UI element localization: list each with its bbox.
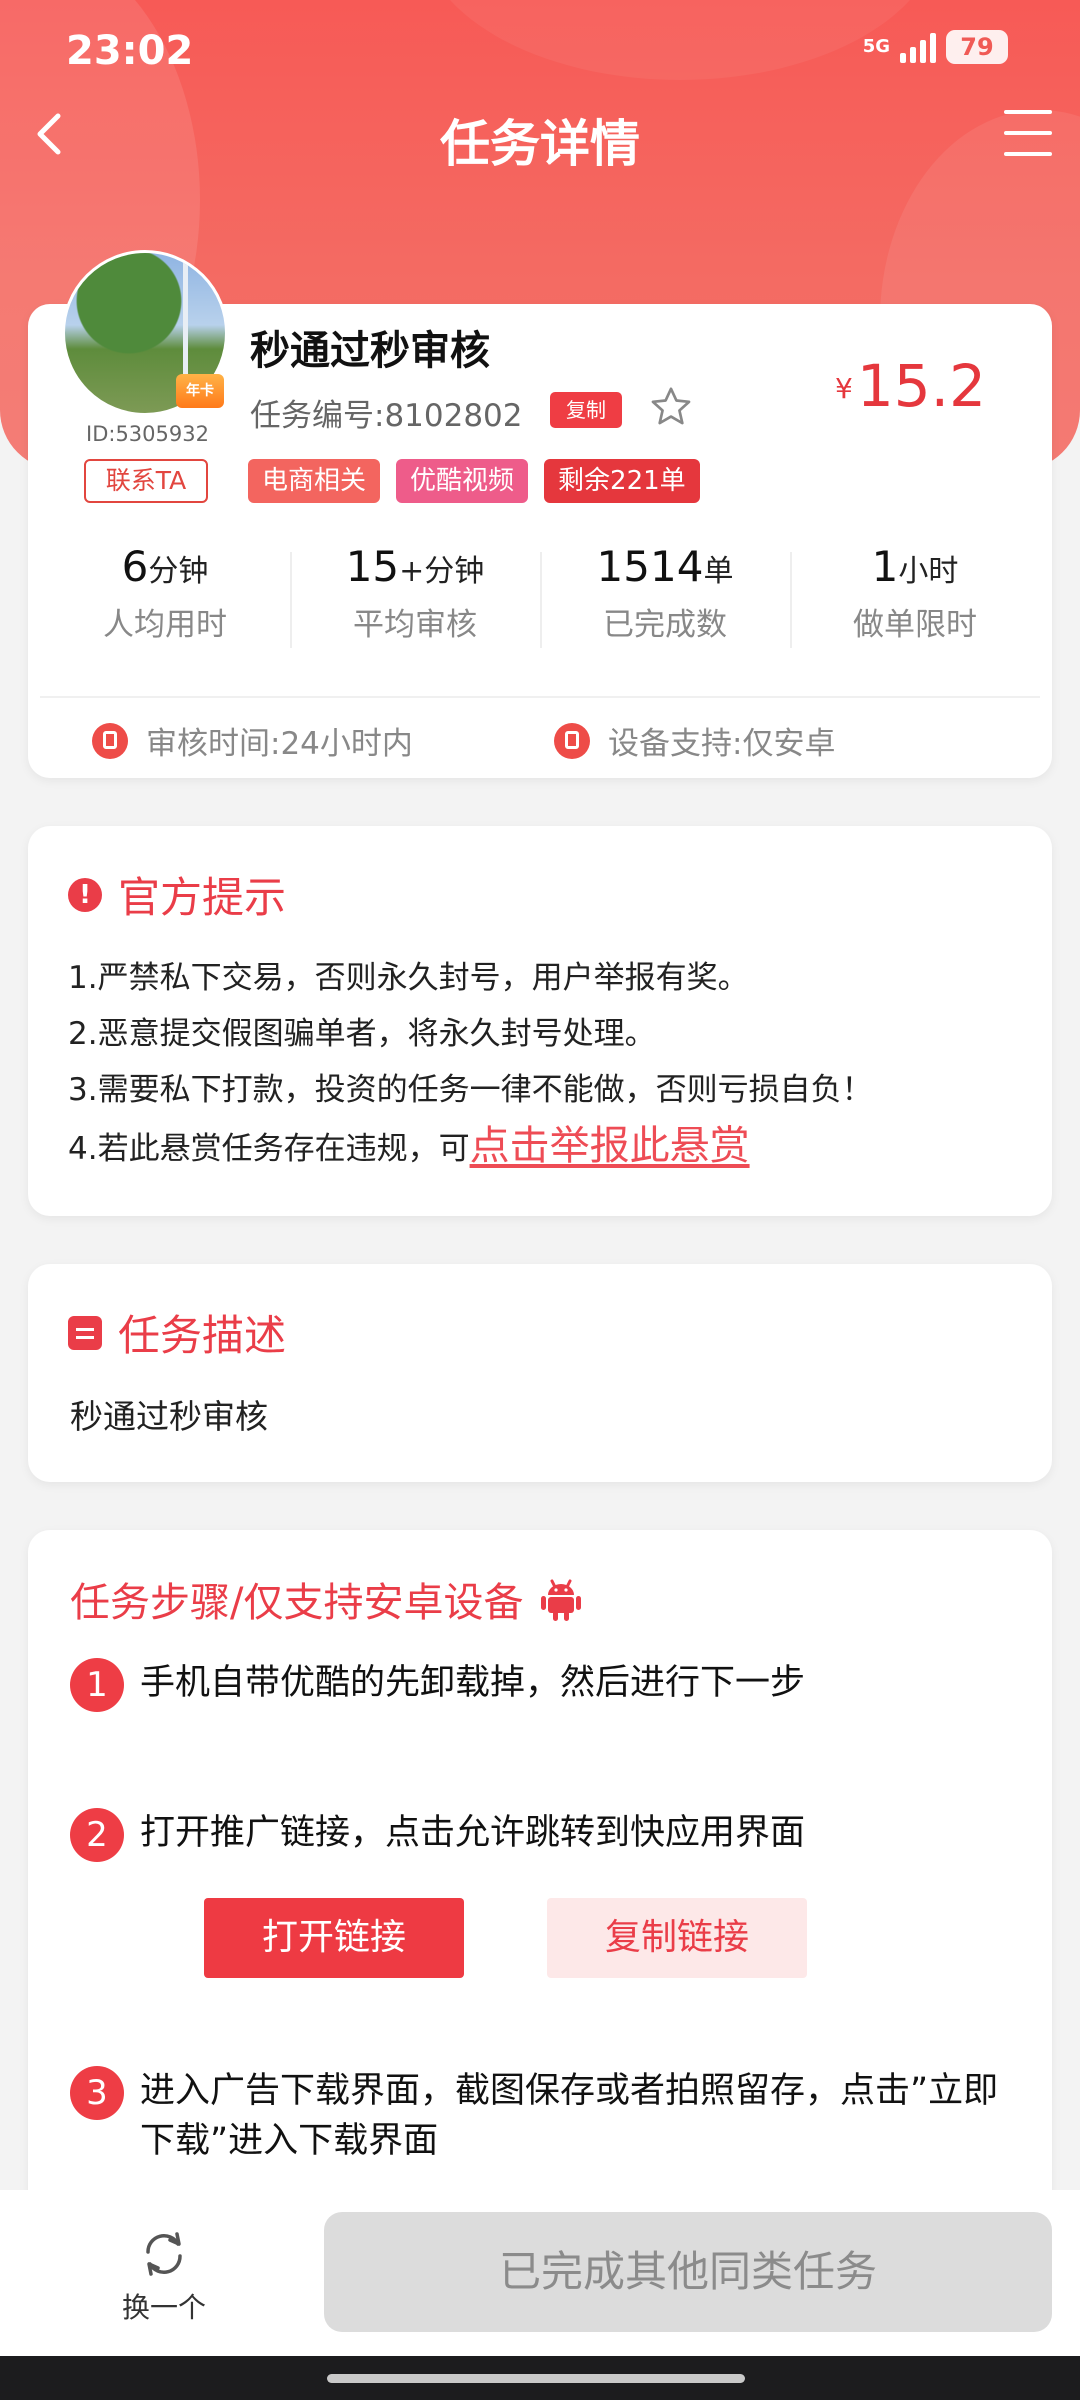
status-time: 23:02 [66,28,194,74]
swap-button[interactable]: 换一个 [104,2226,224,2326]
step-item: 2 打开推广链接，点击允许跳转到快应用界面 [70,1808,1018,1862]
notice-item: 4.若此悬赏任务存在违规，可点击举报此悬赏 [68,1123,750,1169]
stat-completed: 1514单 已完成数 [540,542,790,654]
bottom-action-bar: 换一个 已完成其他同类任务 [0,2190,1080,2356]
phone-icon [554,722,590,759]
status-indicators: 5G 79 [863,30,1008,64]
notice-title: 官方提示 [118,873,287,922]
home-indicator[interactable] [327,2374,745,2383]
step-item: 3 进入广告下载界面，截图保存或者拍照留存，点击”立即下载”进入下载界面 [70,2066,1018,2166]
swap-label: 换一个 [121,2291,206,2324]
step-text: 手机自带优酷的先卸载掉，然后进行下一步 [140,1663,806,1703]
tag-platform: 优酷视频 [396,459,529,503]
alert-icon: ! [68,877,102,912]
copy-task-number-button[interactable]: 复制 [550,392,622,428]
open-link-button[interactable]: 打开链接 [204,1898,464,1978]
steps-title: 任务步骤/仅支持安卓设备 [70,1580,524,1626]
step-text: 进入广告下载界面，截图保存或者拍照留存，点击”立即下载”进入下载界面 [140,2071,999,2161]
stat-avg-review: 15+分钟 平均审核 [290,542,540,654]
step-number: 2 [70,1808,124,1862]
divider [40,696,1040,698]
task-stats: 6分钟 人均用时 15+分钟 平均审核 1514单 已完成数 1小时 做单限时 [40,542,1040,654]
task-tags: 电商相关 优酷视频 剩余221单 [248,459,700,503]
copy-link-button[interactable]: 复制链接 [547,1898,807,1978]
description-title: 任务描述 [118,1311,287,1360]
status-bar: 23:02 5G 79 [0,0,1080,100]
step-item: 1 手机自带优酷的先卸载掉，然后进行下一步 [70,1658,1018,1712]
task-description-card: 任务描述 秒通过秒审核 [28,1264,1052,1482]
refresh-icon [136,2226,192,2282]
reward-price: ¥15.2 [835,352,986,420]
document-icon [68,1315,102,1350]
tag-remaining: 剩余221单 [544,459,700,503]
stamp-icon [92,722,128,759]
review-time: 审核时间:24小时内 [92,718,413,763]
contact-button[interactable]: 联系TA [84,459,208,503]
step-text: 打开推广链接，点击允许跳转到快应用界面 [140,1813,806,1853]
notice-item: 2.恶意提交假图骗单者，将永久封号处理。 [68,1016,656,1052]
steps-header: 任务步骤/仅支持安卓设备 [70,1570,582,1628]
task-number: 任务编号:8102802 [250,398,523,434]
task-title: 秒通过秒审核 [250,328,490,374]
stat-time-limit: 1小时 做单限时 [790,542,1040,654]
page-title: 任务详情 [440,115,640,173]
system-navigation-area [0,2356,1080,2400]
notice-item: 3.需要私下打款，投资的任务一律不能做，否则亏损自负！ [68,1072,873,1108]
battery-icon: 79 [946,30,1008,64]
stat-avg-time: 6分钟 人均用时 [103,542,227,643]
user-id: ID:5305932 [86,422,209,446]
signal-icon [900,31,936,63]
step-number: 1 [70,1658,124,1712]
task-info-card: 年卡 ID:5305932 联系TA 秒通过秒审核 任务编号:8102802 复… [28,250,1052,778]
description-text: 秒通过秒审核 [70,1397,268,1436]
device-support: 设备支持:仅安卓 [554,718,835,763]
menu-icon[interactable] [1004,110,1052,156]
description-header: 任务描述 [68,1302,286,1363]
network-type: 5G [862,36,890,57]
step-number: 3 [70,2066,124,2120]
annual-card-badge: 年卡 [176,374,224,408]
completed-similar-task-button[interactable]: 已完成其他同类任务 [324,2212,1052,2332]
android-icon [541,1577,582,1621]
notice-header: ! 官方提示 [68,864,286,925]
official-notice-card: ! 官方提示 1.严禁私下交易，否则永久封号，用户举报有奖。 2.恶意提交假图骗… [28,826,1052,1216]
notice-item: 1.严禁私下交易，否则永久封号，用户举报有奖。 [68,960,749,996]
notice-list: 1.严禁私下交易，否则永久封号，用户举报有奖。 2.恶意提交假图骗单者，将永久封… [68,950,1022,1174]
report-link[interactable]: 点击举报此悬赏 [470,1123,750,1169]
tag-category: 电商相关 [248,459,381,503]
favorite-star-icon[interactable] [648,384,694,430]
